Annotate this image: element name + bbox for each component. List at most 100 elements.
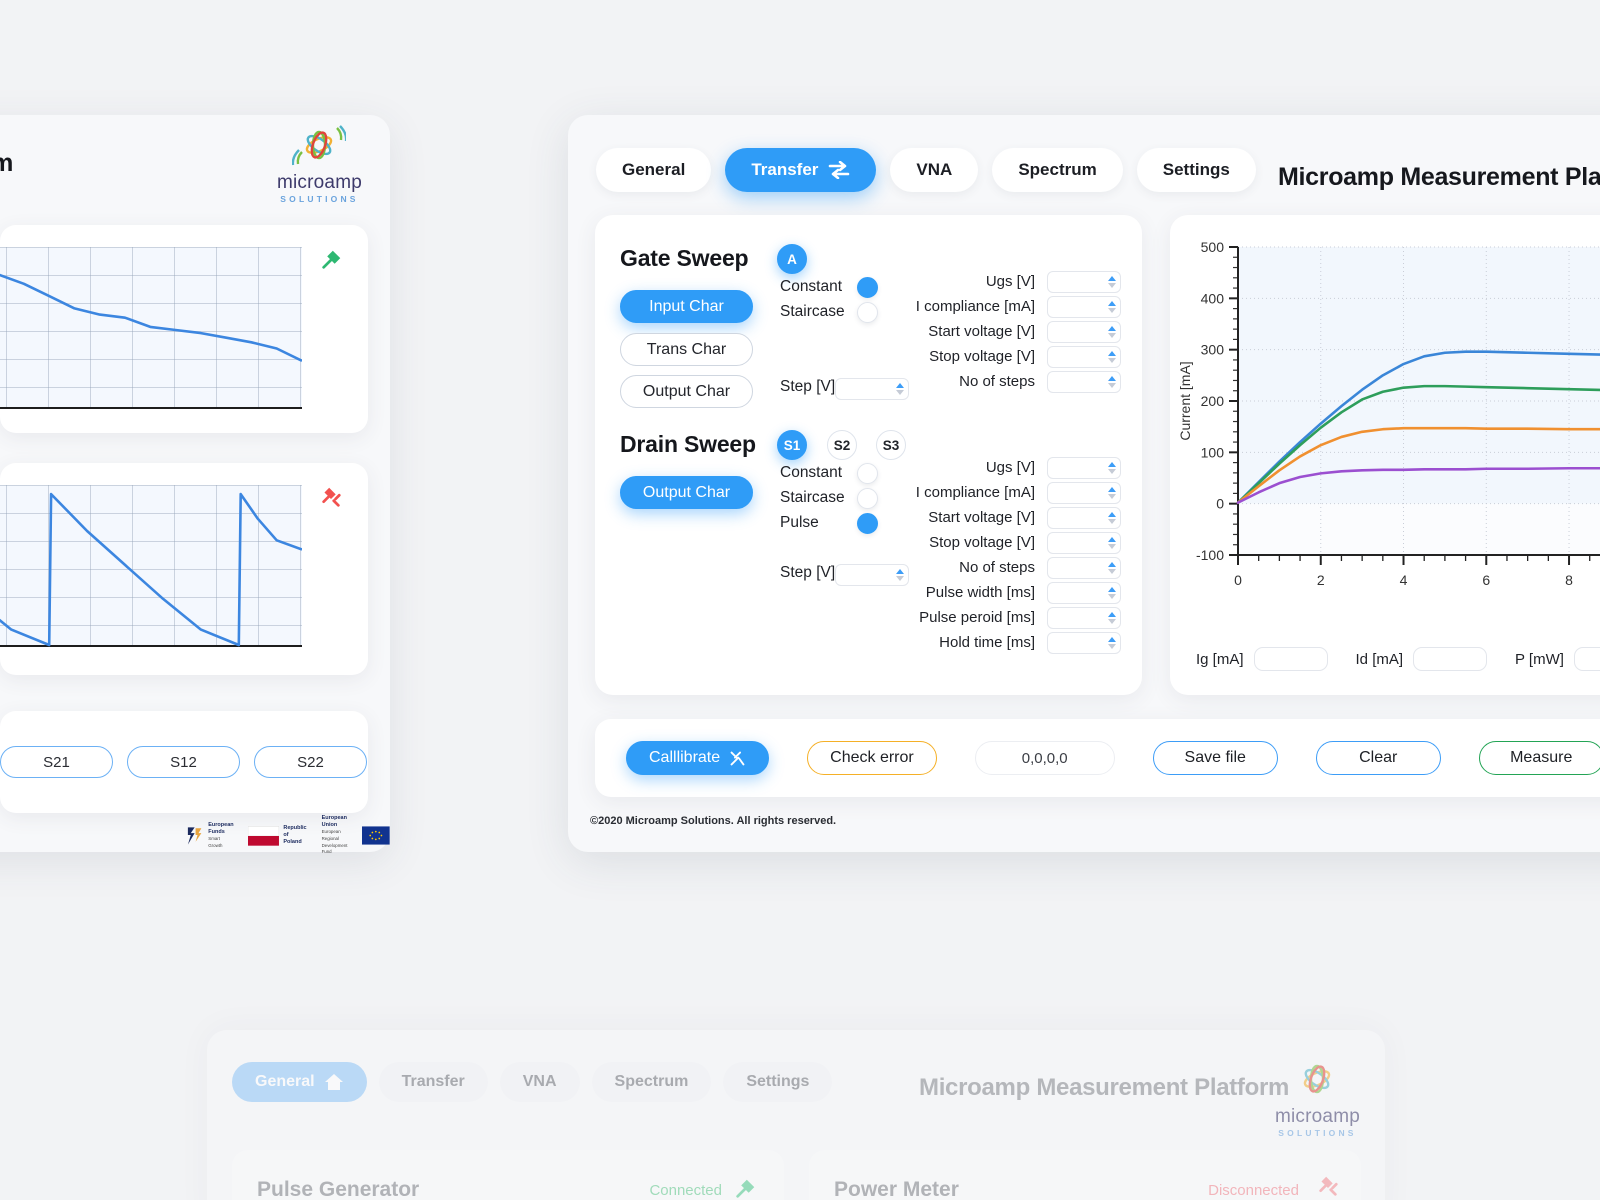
drain-mode-output-char-label: Output Char	[642, 483, 731, 501]
drain-field-ugs-label: Ugs [V]	[985, 459, 1035, 476]
gate-step-label: Step [V]	[780, 378, 836, 395]
logo-wordmark-bottom: microamp	[1274, 1106, 1360, 1127]
sawtooth-ramp-chart	[0, 492, 303, 647]
svg-text:6: 6	[1482, 572, 1490, 588]
left-plot-1	[0, 247, 303, 409]
gate-field-start-voltage-input[interactable]	[1047, 321, 1121, 343]
drain-field-pulse-period-label: Pulse peroid [ms]	[919, 609, 1035, 626]
measure-button-label: Measure	[1510, 749, 1573, 766]
main-window-title: Microamp Measurement Platform	[1278, 163, 1600, 191]
bottom-tab-general[interactable]: General	[232, 1062, 367, 1102]
svg-text:200: 200	[1201, 393, 1225, 409]
drain-channel-chip-s1-label: S1	[783, 437, 801, 453]
gate-channel-chip-a[interactable]: A	[777, 244, 807, 274]
sparam-button-row: S21 S12 S22	[0, 711, 368, 813]
gate-mode-trans-char[interactable]: Trans Char	[620, 333, 753, 366]
svg-text:400: 400	[1201, 290, 1225, 306]
readout-p-value[interactable]	[1573, 647, 1600, 671]
drain-field-hold-time-label: Hold time [ms]	[939, 634, 1035, 651]
drain-field-hold-time-input[interactable]	[1047, 632, 1121, 654]
eu-logo-text-3: European Union European Regional Developme…	[321, 815, 348, 855]
tab-transfer[interactable]: Transfer	[725, 148, 877, 192]
plug-disconnected-icon	[322, 487, 341, 507]
bottom-tab-vna[interactable]: VNA	[499, 1062, 580, 1102]
measurement-chart-panel: -10001002003004005000246810Current [mA] …	[1170, 215, 1600, 695]
drain-waveform-constant-label: Constant	[780, 464, 843, 481]
drain-field-no-of-steps-label: No of steps	[959, 559, 1035, 576]
eu-logo-text-1: European Funds Smart Growth	[208, 821, 234, 848]
gate-field-stop-voltage-input[interactable]	[1047, 346, 1121, 368]
calibrate-button-label: Calllibrate	[649, 749, 721, 766]
tab-settings[interactable]: Settings	[1136, 148, 1256, 192]
tab-vna-label: VNA	[916, 160, 953, 179]
main-window: General Transfer VNA Spectrum Settings M…	[568, 115, 1600, 852]
gate-field-ugs-input[interactable]	[1047, 271, 1121, 293]
bottom-microamp-logo: microamp SOLUTIONS	[1275, 1058, 1360, 1138]
bottom-tab-settings[interactable]: Settings	[723, 1062, 833, 1102]
tools-icon	[730, 751, 745, 765]
drain-waveform-staircase-label: Staircase	[780, 489, 845, 506]
tab-spectrum-label: Spectrum	[1018, 160, 1097, 179]
tab-spectrum[interactable]: Spectrum	[992, 148, 1123, 192]
drain-field-icompliance-input[interactable]	[1047, 482, 1121, 504]
drain-field-pulse-width-input[interactable]	[1047, 582, 1121, 604]
gate-field-no-of-steps-input[interactable]	[1047, 371, 1121, 393]
save-file-button[interactable]: Save file	[1152, 741, 1278, 775]
tab-transfer-label: Transfer	[751, 160, 819, 179]
drain-field-pulse-period-input[interactable]	[1047, 607, 1121, 629]
eu-logo-european-funds: European Funds Smart Growth	[185, 822, 234, 850]
calibrate-button[interactable]: Calllibrate	[626, 741, 770, 775]
main-tab-bar: General Transfer VNA Spectrum Settings	[596, 148, 1256, 192]
eu-logo-republic-of-poland: Republic of Poland	[248, 825, 307, 846]
gate-mode-output-char[interactable]: Output Char	[620, 375, 753, 408]
svg-text:300: 300	[1201, 342, 1225, 358]
tab-vna[interactable]: VNA	[890, 148, 979, 192]
bottom-tab-settings-label: Settings	[746, 1073, 810, 1090]
atom-logo-icon-bottom	[1304, 1064, 1331, 1094]
clear-button[interactable]: Clear	[1315, 741, 1441, 775]
eu-logo-text-2: Republic of Poland	[283, 825, 307, 846]
device-status-power-meter: Disconnected	[1208, 1182, 1299, 1199]
iv-curve-chart: -10001002003004005000246810Current [mA]	[1177, 239, 1600, 588]
drain-field-ugs-input[interactable]	[1047, 457, 1121, 479]
readout-ig-value[interactable]	[1253, 647, 1328, 671]
drain-field-stop-voltage-input[interactable]	[1047, 532, 1121, 554]
gate-mode-output-char-label: Output Char	[642, 382, 731, 400]
microamp-logo: microamp SOLUTIONS	[277, 124, 362, 204]
bottom-tab-spectrum-label: Spectrum	[614, 1073, 689, 1090]
drain-mode-output-char[interactable]: Output Char	[620, 476, 753, 509]
check-error-button[interactable]: Check error	[807, 741, 937, 775]
action-bar: Calllibrate Check error 0,0,0,0 Save fil…	[595, 719, 1600, 797]
measure-button[interactable]: Measure	[1478, 741, 1600, 775]
tab-general-label: General	[622, 160, 686, 179]
sparam-button-s21[interactable]: S21	[0, 746, 113, 778]
drain-channel-chip-s2[interactable]: S2	[827, 430, 857, 460]
drain-field-icompliance-label: I compliance [mA]	[915, 484, 1035, 501]
drain-channel-chip-s3[interactable]: S3	[876, 430, 906, 460]
bottom-tab-vna-label: VNA	[522, 1073, 557, 1090]
svg-text:4: 4	[1400, 572, 1408, 588]
bottom-tab-transfer[interactable]: Transfer	[378, 1062, 488, 1102]
device-card-pulse-generator: Pulse Generator Connected	[232, 1150, 784, 1200]
check-error-button-label: Check error	[830, 749, 914, 766]
plug-connected-icon-bottom	[736, 1179, 755, 1198]
plug-connected-icon	[322, 250, 341, 269]
drain-channel-chip-s2-label: S2	[833, 437, 851, 453]
gate-mode-trans-char-label: Trans Char	[646, 340, 727, 358]
readout-id-value[interactable]	[1413, 647, 1488, 671]
left-plot-2	[0, 485, 303, 647]
gate-field-icompliance-input[interactable]	[1047, 296, 1121, 318]
drain-channel-chip-s1[interactable]: S1	[777, 430, 807, 460]
device-status-pulse-generator: Connected	[649, 1182, 722, 1199]
eu-funding-logos: European Funds Smart Growth Republic of Pol…	[185, 815, 390, 856]
bottom-tab-spectrum[interactable]: Spectrum	[591, 1062, 712, 1102]
left-chart-card-2	[0, 463, 368, 675]
sparam-button-s22[interactable]: S22	[254, 746, 367, 778]
svg-text:8: 8	[1565, 572, 1573, 588]
sparam-button-s12[interactable]: S12	[127, 746, 240, 778]
drain-field-no-of-steps-input[interactable]	[1047, 557, 1121, 579]
tab-general[interactable]: General	[596, 148, 712, 192]
drain-field-start-voltage-input[interactable]	[1047, 507, 1121, 529]
gate-mode-input-char[interactable]: Input Char	[620, 290, 753, 323]
drain-sweep-title: Drain Sweep	[620, 431, 756, 457]
